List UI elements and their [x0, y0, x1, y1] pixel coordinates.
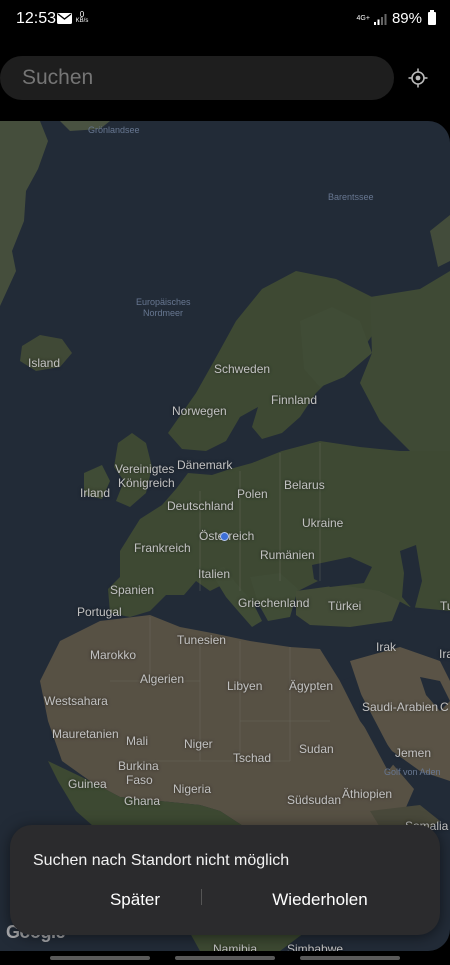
later-button[interactable]: Später [70, 887, 200, 913]
current-location-marker [220, 532, 229, 541]
mail-icon [57, 13, 72, 24]
status-time: 12:53 [16, 10, 57, 27]
my-location-button[interactable] [404, 64, 432, 92]
search-bar[interactable] [0, 56, 394, 100]
snackbar-divider [201, 889, 202, 905]
search-input[interactable] [22, 66, 362, 90]
status-bar: 12:53 0 KB/s 4G+ 89% [0, 0, 450, 40]
battery-percent: 89% [391, 10, 422, 27]
data-rate-indicator: 0 KB/s [75, 10, 89, 25]
nav-back[interactable] [300, 956, 400, 960]
status-right-group: 4G+ 89% [357, 10, 436, 27]
crosshair-location-icon [408, 68, 428, 88]
nav-recents[interactable] [50, 956, 150, 960]
snackbar-message: Suchen nach Standort nicht möglich [33, 852, 290, 869]
battery-icon [428, 10, 436, 25]
nav-home[interactable] [175, 956, 275, 960]
retry-button[interactable]: Wiederholen [240, 887, 400, 913]
system-nav-bar [0, 951, 450, 965]
signal-icon [373, 13, 387, 25]
error-snackbar: Suchen nach Standort nicht möglich Späte… [10, 825, 440, 935]
network-type: 4G+ [356, 15, 370, 22]
